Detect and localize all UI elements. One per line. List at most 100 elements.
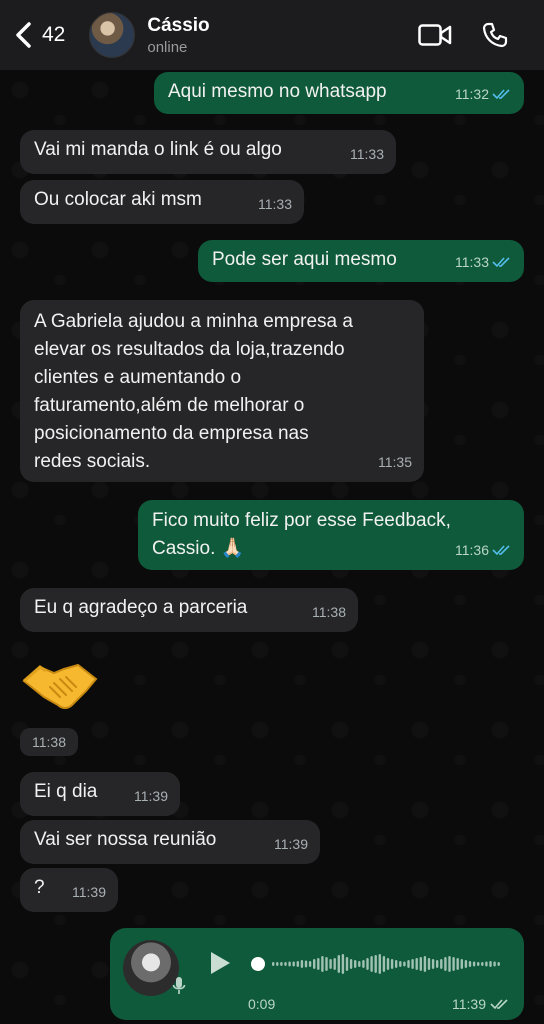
waveform-bar [304,960,308,968]
message-bubble-incoming[interactable]: Ei q dia 11:39 [20,772,180,816]
message-text: Ei q dia [34,781,98,802]
message-text: Ou colocar aki msm [34,189,202,210]
message-text: Eu q agradeço a parceria [34,597,248,618]
message-time: 11:39 [134,788,168,804]
voice-message-bubble[interactable]: 0:09 11:39 [110,928,524,1020]
message-bubble-incoming[interactable]: Ou colocar aki msm 11:33 [20,180,304,224]
handshake-emoji-icon[interactable] [20,655,100,715]
waveform-bar [325,957,328,971]
waveform-bar [464,960,468,968]
waveform-bar [472,961,476,967]
waveform-bar [272,962,275,966]
back-button[interactable]: 42 [14,22,65,48]
message-time: 11:38 [312,604,346,620]
message-bubble-incoming[interactable]: Vai mi manda o link é ou algo 11:33 [20,130,396,174]
waveform-bar [431,959,435,969]
waveform-bar [386,958,390,970]
message-line: redes sociais. [34,451,151,472]
waveform-bar [456,958,459,970]
waveform-bar [489,961,492,967]
message-line: clientes e aumentando o [34,367,242,388]
phone-icon[interactable] [482,22,508,48]
read-ticks-icon [492,545,510,556]
waveform-bar [296,961,299,967]
message-time: 11:39 [452,996,486,1012]
message-meta: 11:36 [455,536,512,564]
play-icon[interactable] [208,950,232,976]
waveform-bar [407,960,410,968]
waveform-bar [481,962,484,966]
waveform-bar [374,955,377,973]
waveform-bar [284,962,287,966]
microphone-icon [172,977,186,994]
audio-waveform[interactable] [250,946,502,982]
message-time: 11:32 [455,86,489,102]
message-meta: 11:32 [455,80,512,108]
voice-sender-avatar [123,940,179,996]
waveform-bar [395,960,398,968]
waveform-bar [333,958,336,970]
contact-name: Cássio [147,14,210,36]
waveform-bar [399,961,402,967]
waveform-bar [349,959,353,969]
message-text: Pode ser aqui mesmo [212,249,397,270]
waveform-bar [497,962,500,966]
waveform-bar [419,957,422,971]
waveform-bar [366,958,369,970]
delivered-ticks-icon [490,999,508,1010]
waveform-bar [362,960,365,968]
waveform-bar [276,962,279,966]
waveform-bar [378,954,381,974]
message-line: Fico muito feliz por esse Feedback, [152,510,451,531]
message-bubble-incoming[interactable]: Eu q agradeço a parceria 11:38 [20,588,358,632]
message-bubble-outgoing[interactable]: Pode ser aqui mesmo 11:33 [198,240,524,282]
avatar[interactable] [89,12,136,58]
chat-header: 42 Cássio online [0,0,544,70]
contact-info[interactable]: Cássio online [147,15,209,56]
message-line: elevar os resultados da loja,trazendo [34,339,345,360]
waveform-bar [452,957,455,971]
message-time-chip: 11:38 [20,728,78,756]
contact-status: online [147,38,188,56]
message-bubble-incoming[interactable]: A Gabriela ajudou a minha empresa a elev… [20,300,424,482]
playback-knob[interactable] [251,957,265,971]
waveform-bar [288,961,291,967]
waveform-bar [423,956,427,972]
waveform-bar [427,958,431,970]
message-meta: 11:38 [312,598,346,626]
waveform-bar [403,961,406,967]
message-time: 11:38 [32,734,66,750]
message-time: 11:33 [455,254,489,270]
message-meta: 11:39 [72,878,106,906]
waveform-bar [321,956,324,972]
waveform-bar [444,957,447,971]
waveform-bar [436,960,439,968]
message-meta: 11:33 [455,248,512,276]
waveform-bar [313,959,316,969]
message-time: 11:39 [72,884,106,900]
message-meta: 11:35 [378,448,412,476]
waveform-bar [337,955,340,973]
message-bubble-incoming[interactable]: Vai ser nossa reunião 11:39 [20,820,320,864]
waveform-bar [370,956,373,972]
message-text: ? [34,877,45,898]
waveform-bar [317,958,320,970]
waveform-bar [415,958,418,970]
waveform-bar [308,961,312,967]
waveform-bar [468,961,472,967]
message-bubble-outgoing[interactable]: Aqui mesmo no whatsapp 11:32 [154,72,524,114]
message-bubble-incoming[interactable]: ? 11:39 [20,868,118,912]
message-meta: 11:33 [258,190,292,218]
waveform-bar [292,961,295,967]
message-time: 11:35 [378,454,412,470]
unread-count: 42 [42,23,66,46]
chat-area[interactable]: Aqui mesmo no whatsapp 11:32 Vai mi mand… [0,70,544,1024]
waveform-bar [460,959,463,969]
video-call-icon[interactable] [418,23,452,47]
message-text: Aqui mesmo no whatsapp [168,81,387,102]
message-bubble-outgoing[interactable]: Fico muito feliz por esse Feedback, Cass… [138,500,524,570]
message-meta: 11:33 [350,140,384,168]
message-time: 11:36 [455,542,489,558]
waveform-bar [345,957,349,971]
waveform-bar [448,956,451,972]
